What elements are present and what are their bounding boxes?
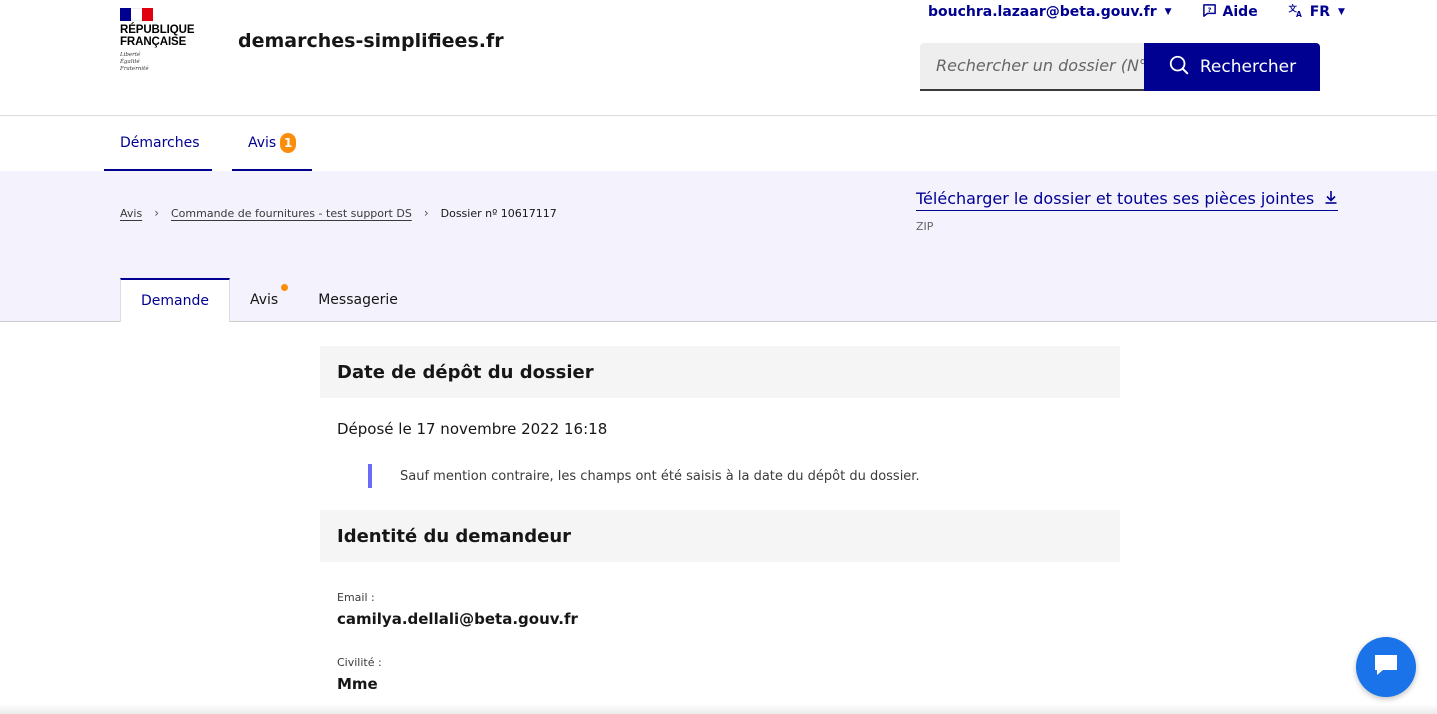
logo-line-2: FRANÇAISE: [120, 36, 187, 48]
tab-demande[interactable]: Demande: [120, 278, 230, 322]
download-label: Télécharger le dossier et toutes ses piè…: [916, 189, 1315, 208]
notification-dot: [281, 284, 289, 291]
help-button[interactable]: ? Aide: [1202, 3, 1258, 22]
site-header: RÉPUBLIQUE FRANÇAISE Liberté Égalité Fra…: [0, 0, 1437, 116]
field-email: Email : camilya.dellali@beta.gouv.fr: [320, 591, 1120, 628]
republique-francaise-logo[interactable]: RÉPUBLIQUE FRANÇAISE Liberté Égalité Fra…: [120, 8, 210, 73]
user-menu-button[interactable]: bouchra.lazaar@beta.gouv.fr ▼: [928, 4, 1172, 20]
chat-button[interactable]: [1356, 637, 1416, 697]
motto-egalite: Égalité: [120, 59, 140, 65]
site-name[interactable]: demarches-simplifiees.fr: [238, 30, 504, 52]
svg-text:?: ?: [1207, 5, 1211, 13]
deposit-notice: Sauf mention contraire, les champs ont é…: [368, 464, 1120, 488]
section-title-identity: Identité du demandeur: [320, 510, 1120, 562]
download-icon: [1324, 189, 1338, 208]
tab-avis[interactable]: Avis: [230, 278, 298, 322]
nav-item-label: Démarches: [120, 134, 200, 151]
svg-text:A: A: [1296, 10, 1302, 18]
breadcrumb-item-procedure[interactable]: Commande de fournitures - test support D…: [171, 207, 412, 220]
section-title-deposit: Date de dépôt du dossier: [320, 346, 1120, 398]
field-value: Mme: [337, 675, 378, 693]
search-icon: [1168, 54, 1190, 81]
logo-line-1: RÉPUBLIQUE: [120, 24, 195, 36]
motto: Liberté Égalité Fraternité: [120, 52, 210, 73]
nav-item-avis[interactable]: Avis 1: [232, 116, 312, 171]
breadcrumb: Avis › Commande de fournitures - test su…: [120, 206, 557, 220]
help-icon: ?: [1202, 3, 1217, 22]
chevron-right-icon: ›: [154, 206, 159, 220]
tab-label: Avis: [249, 292, 279, 308]
field-label: Civilité :: [337, 656, 382, 669]
language-selector[interactable]: 文A FR ▼: [1288, 3, 1345, 22]
french-flag-icon: [120, 8, 153, 21]
tab-label: Demande: [141, 293, 209, 309]
download-format: ZIP: [916, 220, 934, 233]
dossier-tabs: Demande Avis Messagerie: [120, 278, 418, 322]
chevron-down-icon: ▼: [1338, 7, 1345, 17]
download-dossier-link[interactable]: Télécharger le dossier et toutes ses piè…: [916, 189, 1339, 211]
motto-liberte: Liberté: [120, 52, 141, 58]
translate-icon: 文A: [1288, 3, 1304, 22]
search-button-label: Rechercher: [1199, 57, 1297, 77]
tab-messagerie[interactable]: Messagerie: [298, 278, 418, 322]
nav-item-label: Avis: [248, 134, 277, 151]
deposit-date: Déposé le 17 novembre 2022 16:18: [337, 420, 608, 438]
bottom-shadow: [0, 704, 1437, 714]
breadcrumb-item-current: Dossier nº 10617117: [440, 206, 557, 220]
tab-label: Messagerie: [318, 292, 398, 308]
main-nav: Démarches Avis 1: [0, 116, 1437, 171]
field-label: Email :: [337, 591, 375, 604]
nav-item-demarches[interactable]: Démarches: [104, 116, 212, 171]
breadcrumb-item-avis[interactable]: Avis: [120, 207, 142, 220]
motto-fraternite: Fraternité: [120, 66, 149, 72]
search-input[interactable]: Rechercher un dossier (N°: [920, 43, 1144, 91]
search-button[interactable]: Rechercher: [1144, 43, 1320, 91]
chat-icon: [1371, 651, 1401, 683]
notification-badge: 1: [280, 132, 296, 153]
help-label: Aide: [1222, 4, 1258, 20]
user-email: bouchra.lazaar@beta.gouv.fr: [928, 4, 1157, 20]
field-civilite: Civilité : Mme: [320, 656, 1120, 693]
chevron-down-icon: ▼: [1164, 7, 1172, 17]
header-tools: bouchra.lazaar@beta.gouv.fr ▼ ? Aide 文A …: [928, 3, 1345, 21]
dossier-content: Date de dépôt du dossier Déposé le 17 no…: [320, 346, 1120, 693]
language-label: FR: [1309, 4, 1331, 20]
field-value: camilya.dellali@beta.gouv.fr: [337, 610, 578, 628]
chevron-right-icon: ›: [423, 206, 429, 220]
